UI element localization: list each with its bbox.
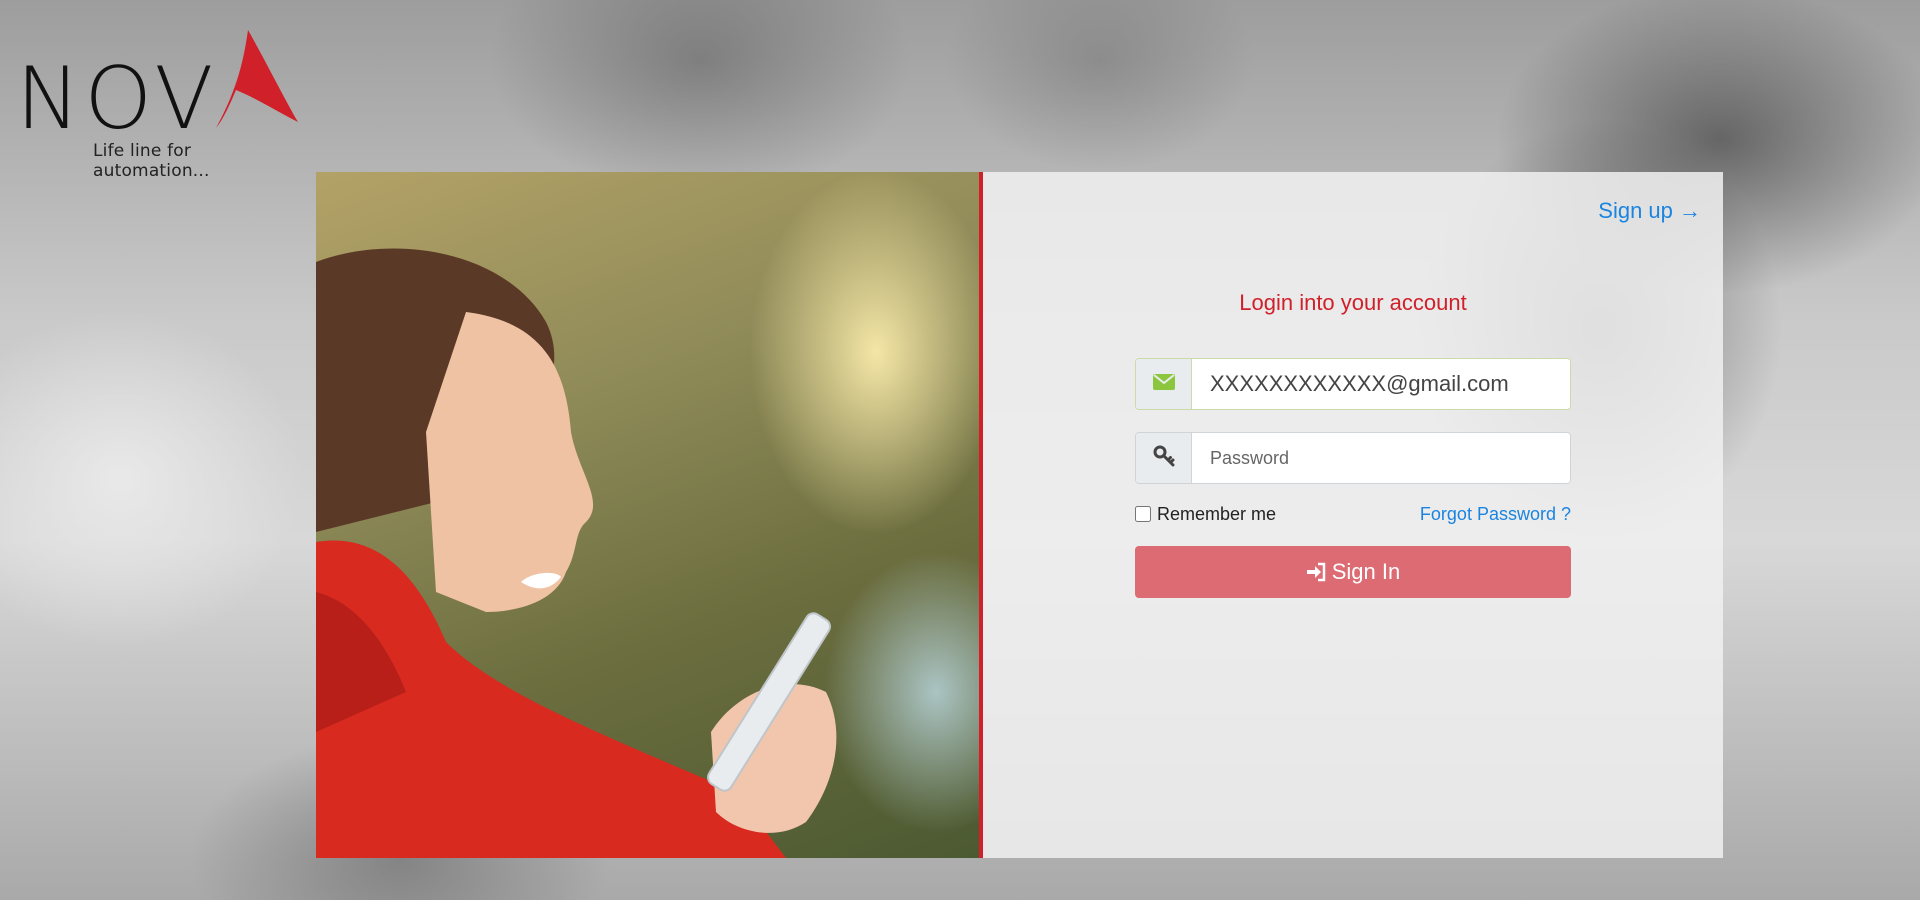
sign-in-button[interactable]: Sign In (1135, 546, 1571, 598)
key-icon (1153, 445, 1175, 472)
woman-with-phone-illustration (316, 248, 837, 858)
envelope-icon (1152, 373, 1175, 395)
remember-me-checkbox[interactable] (1135, 506, 1151, 522)
sign-up-link[interactable]: Sign up → (1598, 198, 1701, 224)
email-field[interactable] (1192, 359, 1570, 409)
remember-me[interactable]: Remember me (1135, 504, 1276, 525)
email-addon (1136, 359, 1192, 409)
forgot-password-link[interactable]: Forgot Password ? (1420, 504, 1571, 525)
remember-me-label: Remember me (1157, 503, 1277, 524)
email-input-group (1135, 358, 1571, 410)
nova-logo: NOV Life line for automation... (16, 28, 306, 181)
login-card: Sign up → Login into your account XXXXXX… (316, 172, 1723, 858)
nova-logo-mark: NOV (16, 30, 298, 138)
sign-in-icon (1306, 562, 1326, 582)
password-input-group (1135, 432, 1571, 484)
login-options: Remember me Forgot Password ? (1135, 500, 1571, 528)
login-form: Remember me Forgot Password ? Sign In (1135, 358, 1571, 598)
login-title: Login into your account (1239, 290, 1467, 315)
password-field[interactable] (1192, 433, 1570, 483)
login-form-panel: Sign up → Login into your account XXXXXX… (983, 172, 1723, 858)
hero-photo (316, 172, 983, 858)
logo-tagline: Life line for automation... (93, 141, 210, 181)
sign-in-label: Sign In (1331, 559, 1401, 584)
password-addon (1136, 433, 1192, 483)
svg-text:NOV: NOV (16, 49, 217, 138)
